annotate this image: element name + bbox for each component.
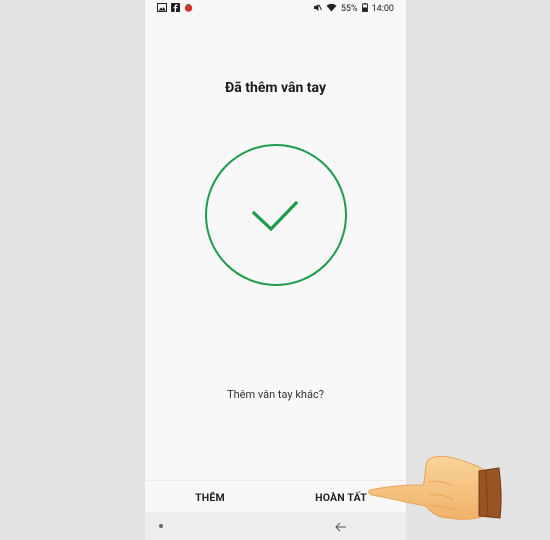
- add-button[interactable]: THÊM: [145, 481, 275, 513]
- check-circle-icon: [205, 144, 347, 286]
- page-title: Đã thêm vân tay: [224, 80, 326, 96]
- status-bar: 55% 14:00: [145, 0, 406, 18]
- facebook-icon: [171, 3, 180, 15]
- add-another-fingerprint-prompt: Thêm vân tay khác?: [227, 388, 324, 401]
- battery-percentage: 55%: [340, 4, 358, 14]
- status-bar-left: [157, 3, 193, 15]
- navigation-bar: [145, 512, 406, 540]
- wifi-icon: [326, 3, 337, 15]
- battery-icon: [361, 3, 368, 15]
- success-indicator: [204, 143, 348, 287]
- tomato-icon: [184, 3, 193, 15]
- dot-icon[interactable]: [159, 524, 163, 528]
- phone-screen: 55% 14:00 Đã thêm vân tay Thêm vân tay k…: [145, 0, 406, 540]
- back-arrow-icon[interactable]: [335, 517, 347, 536]
- image-icon: [157, 3, 167, 15]
- mute-icon: [313, 3, 322, 15]
- button-bar: THÊM HOÀN TẤT: [145, 480, 406, 513]
- pointing-hand-icon: [368, 455, 502, 520]
- status-bar-right: 55% 14:00: [313, 3, 394, 15]
- clock: 14:00: [371, 4, 394, 14]
